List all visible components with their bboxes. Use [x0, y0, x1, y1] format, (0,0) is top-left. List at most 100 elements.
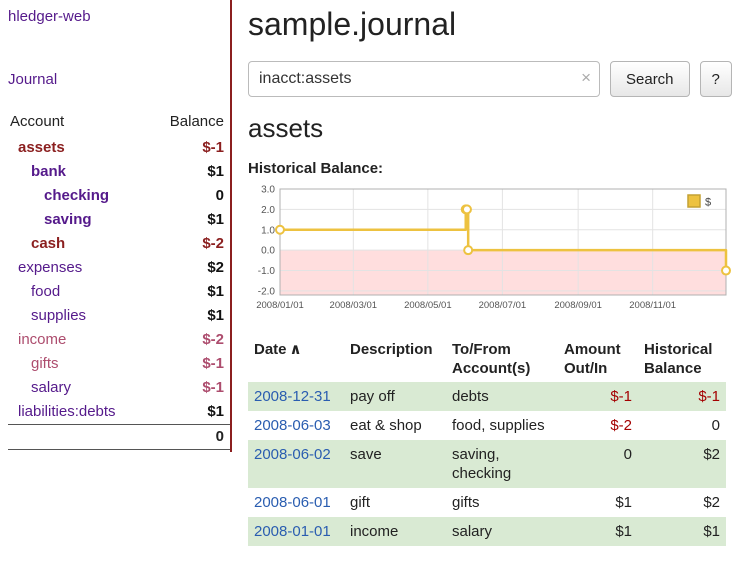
- account-name-cell: liabilities:debts: [8, 400, 156, 425]
- balance-chart: 3.02.01.00.0-1.0-2.02008/01/012008/03/01…: [248, 185, 736, 320]
- description-cell: pay off: [344, 382, 446, 411]
- svg-text:2008/11/01: 2008/11/01: [629, 300, 676, 311]
- account-row: liabilities:debts $1: [8, 400, 230, 425]
- account-balance: $2: [156, 256, 230, 280]
- account-name-cell: saving: [8, 208, 156, 232]
- account-row: salary $-1: [8, 376, 230, 400]
- account-link[interactable]: gifts: [10, 355, 59, 372]
- search-input[interactable]: [248, 61, 600, 97]
- svg-text:-1.0: -1.0: [258, 266, 276, 277]
- sidebar-item-journal[interactable]: Journal: [8, 71, 230, 88]
- account-row: cash $-2: [8, 232, 230, 256]
- account-name-cell: salary: [8, 376, 156, 400]
- sort-asc-icon: ∧: [290, 341, 302, 358]
- accounts-col-account: Account: [8, 110, 156, 136]
- svg-text:1.0: 1.0: [261, 225, 275, 236]
- search-box: ×: [248, 61, 600, 97]
- register-row: 2008-06-01giftgifts$1$2: [248, 488, 726, 517]
- account-link[interactable]: expenses: [10, 259, 82, 276]
- account-balance: $-2: [156, 232, 230, 256]
- balance-chart-svg: 3.02.01.00.0-1.0-2.02008/01/012008/03/01…: [248, 185, 734, 315]
- balance-cell: $2: [638, 440, 726, 488]
- accounts-cell: saving, checking: [446, 440, 558, 488]
- account-link[interactable]: income: [10, 331, 66, 348]
- sidebar: hledger-web Journal Account Balance asse…: [0, 0, 232, 582]
- account-balance: 0: [156, 184, 230, 208]
- col-amount: Amount Out/In: [558, 336, 638, 382]
- sidebar-inner: hledger-web Journal Account Balance asse…: [0, 0, 232, 452]
- amount-cell: $-1: [558, 382, 638, 411]
- account-link[interactable]: assets: [10, 139, 65, 156]
- chart-legend: $: [688, 195, 711, 209]
- register-row: 2008-06-03eat & shopfood, supplies$-20: [248, 411, 726, 440]
- account-balance: $1: [156, 280, 230, 304]
- date-link[interactable]: 2008-06-03: [254, 417, 331, 434]
- accounts-cell: debts: [446, 382, 558, 411]
- col-date-label: Date: [254, 341, 287, 358]
- account-balance: $1: [156, 160, 230, 184]
- date-link[interactable]: 2008-06-02: [254, 446, 331, 463]
- account-row: supplies $1: [8, 304, 230, 328]
- account-link[interactable]: food: [10, 283, 60, 300]
- account-heading: assets: [248, 113, 736, 144]
- col-date[interactable]: Date∧: [248, 336, 344, 382]
- y-axis-labels: 3.02.01.00.0-1.0-2.0: [258, 185, 276, 297]
- brand-link[interactable]: hledger-web: [8, 8, 230, 25]
- help-button[interactable]: ?: [700, 61, 732, 97]
- account-link[interactable]: checking: [10, 187, 109, 204]
- col-balance: Historical Balance: [638, 336, 726, 382]
- svg-text:$: $: [705, 197, 711, 209]
- svg-text:2008/07/01: 2008/07/01: [479, 300, 527, 311]
- account-balance: $-1: [156, 376, 230, 400]
- amount-cell: $1: [558, 488, 638, 517]
- account-balance: $1: [156, 400, 230, 425]
- description-cell: save: [344, 440, 446, 488]
- account-row: bank $1: [8, 160, 230, 184]
- svg-text:2008/03/01: 2008/03/01: [330, 300, 378, 311]
- svg-text:2008/01/01: 2008/01/01: [256, 300, 304, 311]
- clear-search-icon[interactable]: ×: [581, 68, 591, 88]
- accounts-total-spacer: [8, 425, 156, 450]
- app: hledger-web Journal Account Balance asse…: [0, 0, 742, 582]
- account-balance: $-2: [156, 328, 230, 352]
- account-balance: $-1: [156, 352, 230, 376]
- balance-cell: 0: [638, 411, 726, 440]
- date-link[interactable]: 2008-12-31: [254, 388, 331, 405]
- account-row: income $-2: [8, 328, 230, 352]
- account-link[interactable]: liabilities:debts: [10, 403, 116, 420]
- account-link[interactable]: salary: [10, 379, 71, 396]
- account-link[interactable]: cash: [10, 235, 65, 252]
- account-link[interactable]: bank: [10, 163, 66, 180]
- search-button[interactable]: Search: [610, 61, 690, 97]
- svg-text:0.0: 0.0: [261, 246, 275, 257]
- svg-text:2008/05/01: 2008/05/01: [404, 300, 452, 311]
- svg-text:3.0: 3.0: [261, 185, 275, 196]
- accounts-total-row: 0: [8, 425, 230, 450]
- account-balance: $1: [156, 304, 230, 328]
- balance-cell: $1: [638, 517, 726, 546]
- x-axis-labels: 2008/01/01 2008/03/01 2008/05/01 2008/07/01…: [256, 300, 676, 311]
- register-row: 2008-01-01incomesalary$1$1: [248, 517, 726, 546]
- accounts-total-value: 0: [156, 425, 230, 450]
- account-link[interactable]: supplies: [10, 307, 86, 324]
- date-link[interactable]: 2008-06-01: [254, 494, 331, 511]
- account-name-cell: supplies: [8, 304, 156, 328]
- amount-cell: 0: [558, 440, 638, 488]
- register-row: 2008-06-02 savesaving, checking0$2: [248, 440, 726, 488]
- account-balance: $1: [156, 208, 230, 232]
- accounts-table: Account Balance assets $-1 bank $1 checking 0…: [8, 110, 230, 450]
- date-cell: 2008-12-31: [248, 382, 344, 411]
- date-cell: 2008-06-01: [248, 488, 344, 517]
- date-link[interactable]: 2008-01-01: [254, 523, 331, 540]
- accounts-col-balance: Balance: [156, 110, 230, 136]
- accounts-cell: food, supplies: [446, 411, 558, 440]
- main-content: sample.journal × Search ? assets Histori…: [232, 0, 742, 582]
- description-cell: gift: [344, 488, 446, 517]
- account-row: gifts $-1: [8, 352, 230, 376]
- account-row: checking 0: [8, 184, 230, 208]
- accounts-cell: salary: [446, 517, 558, 546]
- date-cell: 2008-06-03: [248, 411, 344, 440]
- account-name-cell: bank: [8, 160, 156, 184]
- account-link[interactable]: saving: [10, 211, 92, 228]
- register-table: Date∧ Description To/From Account(s) Amo…: [248, 336, 726, 546]
